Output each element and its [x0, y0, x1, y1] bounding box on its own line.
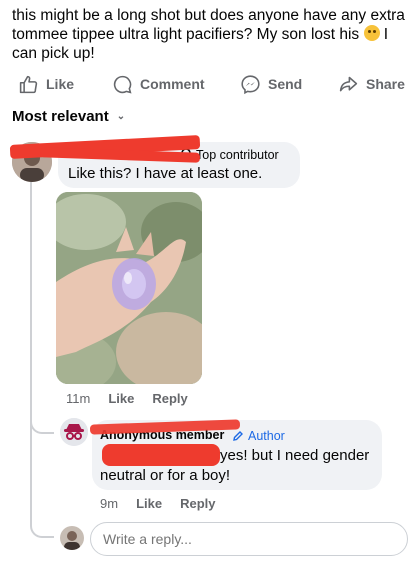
chevron-down-icon: ⌄	[116, 111, 126, 122]
messenger-icon	[241, 74, 260, 94]
comment-1-like-link[interactable]: Like	[108, 391, 134, 406]
thumbs-up-icon	[19, 75, 38, 93]
comment-2-reply-link[interactable]: Reply	[180, 496, 215, 511]
thread-connector-reply	[30, 410, 54, 434]
comment-button[interactable]: Comment	[112, 74, 205, 95]
user-avatar-icon	[60, 526, 84, 550]
post-body: this might be a long shot but does anyon…	[12, 6, 412, 63]
anonymous-member-icon	[60, 418, 88, 446]
like-label: Like	[46, 76, 75, 92]
post-action-bar: Like Comment Send Share	[0, 70, 420, 98]
comment-2-like-link[interactable]: Like	[136, 496, 162, 511]
author-badge: Author	[232, 429, 285, 443]
crying-face-emoji-icon	[363, 25, 380, 41]
reply-input[interactable]	[90, 522, 408, 556]
comment-1-time: 11m	[66, 391, 91, 406]
post-text-main: this might be a long shot but does anyon…	[12, 7, 405, 43]
comment-2-text-line1: yes! but I need gender	[220, 447, 370, 464]
pencil-icon	[233, 431, 243, 441]
comment-1-reply-link[interactable]: Reply	[152, 391, 187, 406]
sort-label: Most relevant	[12, 108, 109, 125]
share-arrow-icon	[339, 76, 358, 91]
comment-photo-pacifier[interactable]	[56, 192, 202, 384]
send-button[interactable]: Send	[240, 74, 302, 95]
pacifier-photo-image	[56, 192, 202, 384]
comment-2-text-line2: neutral or for a boy!	[100, 467, 231, 484]
comment-2-time: 9m	[100, 496, 119, 511]
anonymous-avatar[interactable]	[60, 418, 88, 446]
comment-1-meta: 11m Like Reply	[66, 391, 188, 406]
comment-label: Comment	[140, 76, 205, 92]
share-button[interactable]: Share	[338, 74, 405, 95]
redaction-mark	[102, 444, 220, 466]
top-contributor-label: Top contributor	[196, 148, 279, 162]
comment-sort-dropdown[interactable]: Most relevant ⌄	[12, 108, 125, 125]
comment-1-text: Like this? I have at least one.	[68, 165, 263, 182]
current-user-avatar[interactable]	[60, 526, 84, 550]
comment-bubble-icon	[113, 75, 132, 93]
like-button[interactable]: Like	[18, 74, 74, 95]
thread-connector-input	[30, 512, 54, 538]
share-label: Share	[366, 76, 405, 92]
thread-line-main	[30, 176, 32, 516]
send-label: Send	[268, 76, 303, 92]
comment-2-meta: 9m Like Reply	[100, 496, 215, 511]
author-badge-label: Author	[248, 429, 285, 443]
